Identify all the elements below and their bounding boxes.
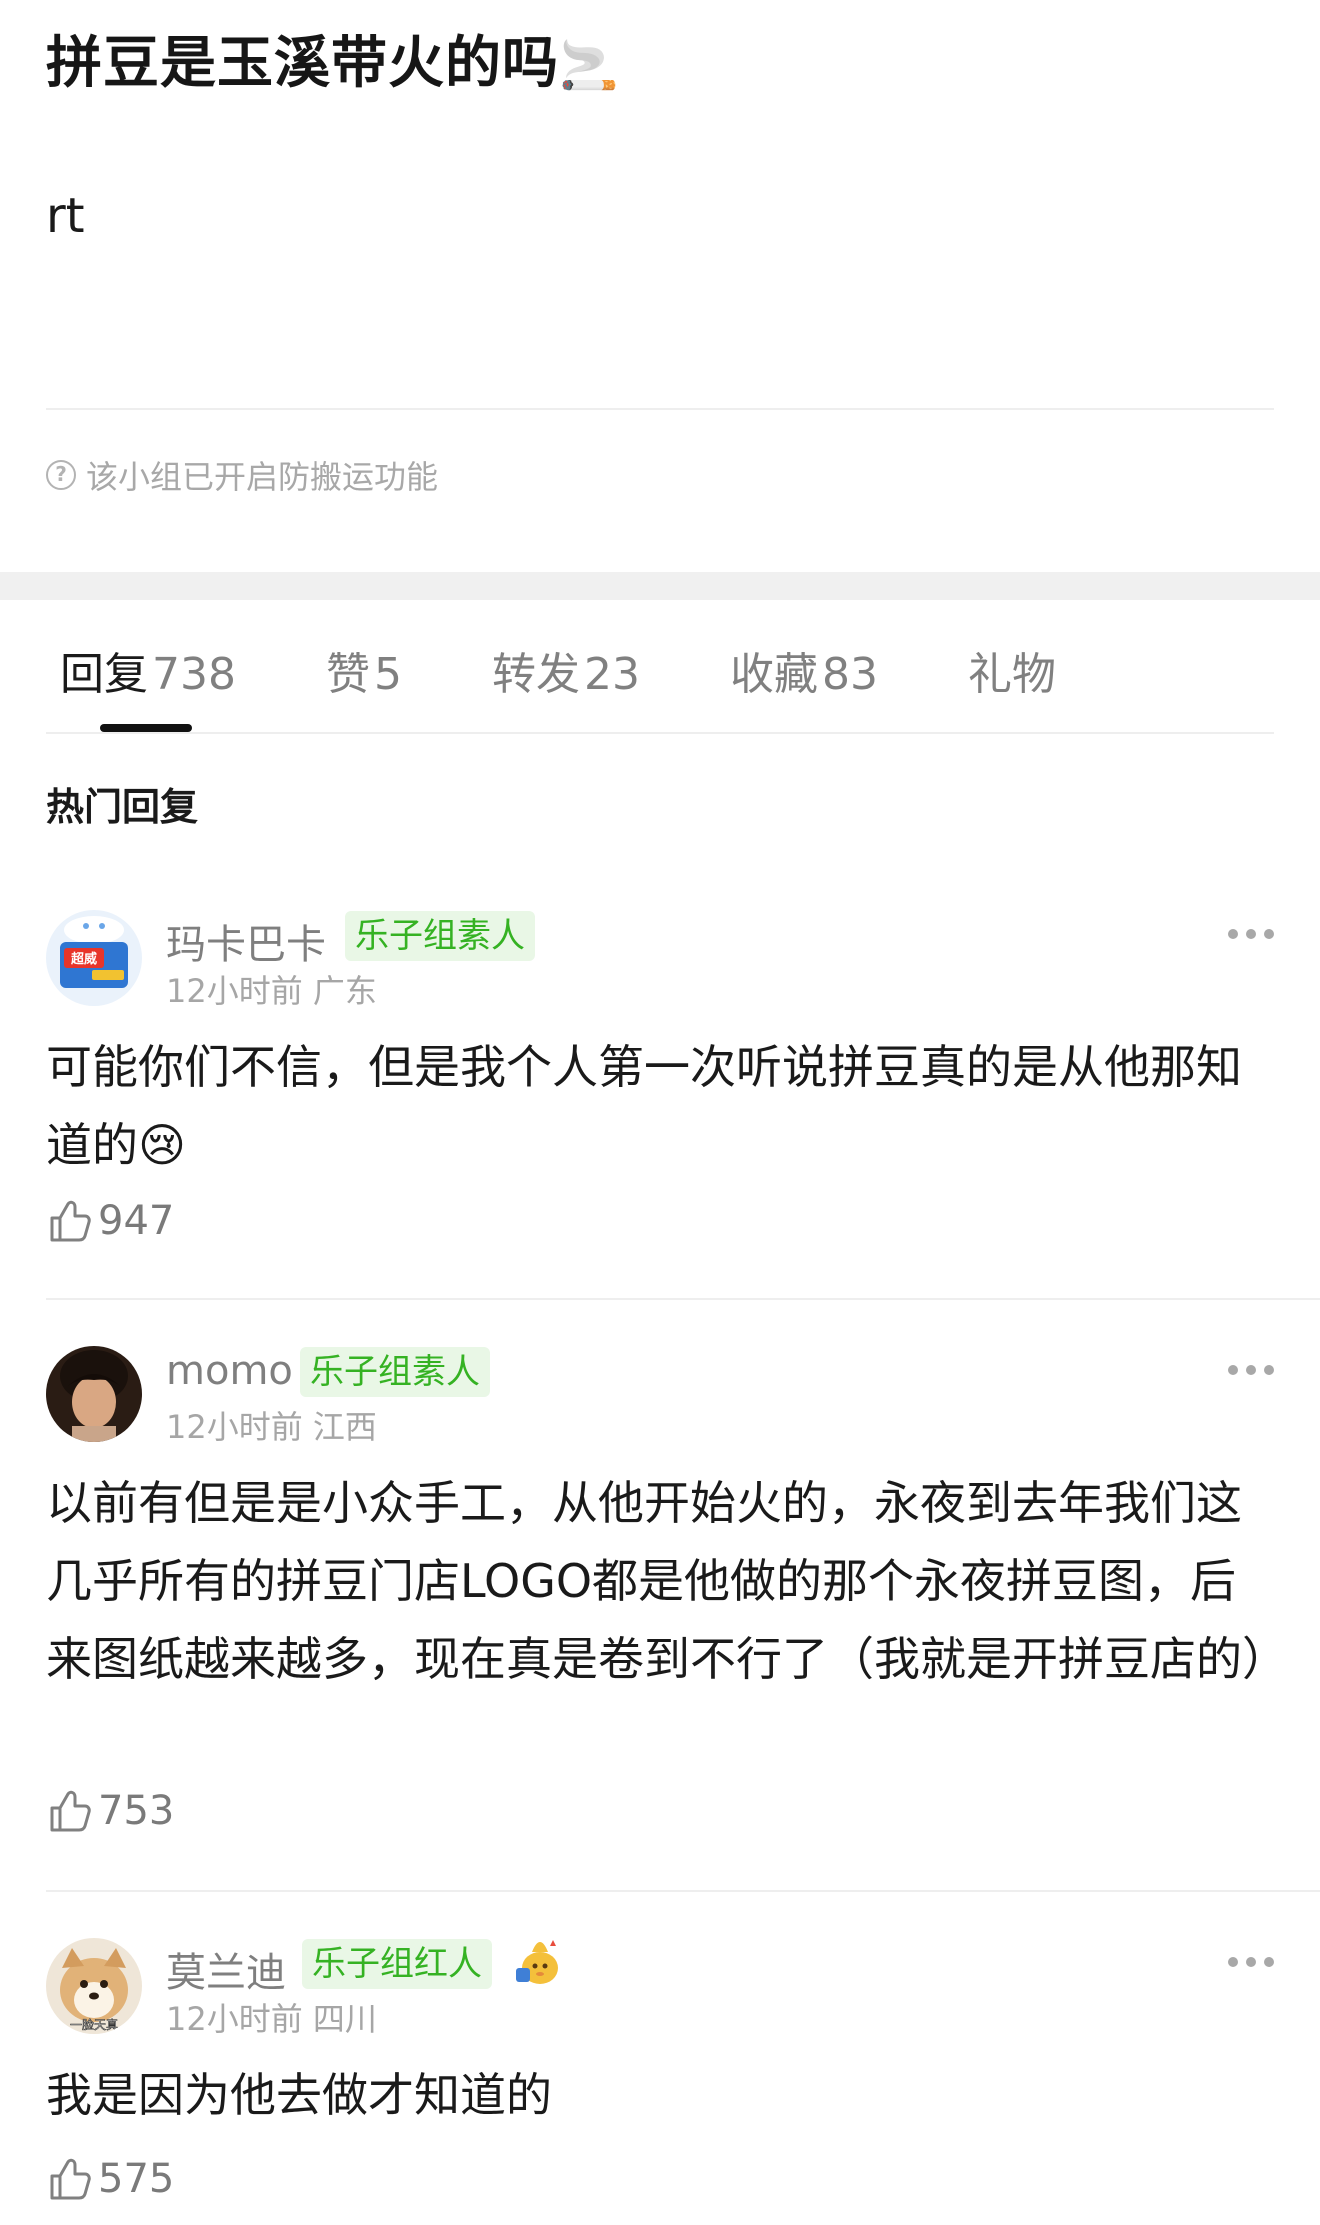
comment-username[interactable]: momo — [166, 1348, 293, 1394]
post-body: rt — [46, 188, 85, 244]
section-separator — [0, 572, 1320, 600]
thumbs-up-icon — [50, 2158, 91, 2200]
comment-username[interactable]: 玛卡巴卡 — [166, 912, 326, 970]
comment-meta: 12小时前 江西 — [166, 1402, 377, 1448]
post-title-text: 拼豆是玉溪带火的吗 — [46, 31, 559, 96]
comment-time: 12小时前 — [166, 2000, 303, 2038]
comment-time: 12小时前 — [166, 972, 303, 1010]
post-divider — [46, 408, 1274, 410]
user-badge[interactable]: 乐子组素人 — [345, 911, 535, 961]
like-count: 753 — [98, 1788, 175, 1834]
tab-label: 转发 — [492, 649, 580, 700]
avatar[interactable]: 超威 — [46, 910, 142, 1006]
avatar-label: 超威 — [71, 951, 97, 967]
like-button[interactable]: 947 — [46, 1198, 174, 1244]
more-options-button[interactable] — [1228, 927, 1274, 941]
comment-username[interactable]: 莫兰迪 — [166, 1940, 286, 1998]
like-button[interactable]: 753 — [46, 1788, 174, 1834]
user-badge[interactable]: 乐子组素人 — [300, 1347, 490, 1397]
tab-likes[interactable]: 赞5 — [326, 638, 402, 702]
question-circle-icon: ? — [46, 460, 76, 490]
comment-text: 可能你们不信，但是我个人第一次听说拼豆真的是从他那知道的😢 — [46, 1040, 1242, 1172]
tab-gifts[interactable]: 礼物 — [968, 638, 1056, 702]
comment-location: 广东 — [312, 972, 377, 1010]
tab-favorites[interactable]: 收藏83 — [730, 638, 878, 702]
avatar[interactable]: 一脸天真 — [46, 1938, 142, 2034]
more-options-button[interactable] — [1228, 1363, 1274, 1377]
post-header: 拼豆是玉溪带火的吗🚬 rt ? 该小组已开启防搬运功能 — [0, 0, 1320, 572]
tab-label: 回复 — [60, 649, 148, 700]
thumbs-up-icon — [50, 1200, 91, 1242]
tab-reposts[interactable]: 转发23 — [492, 638, 640, 702]
avatar-label: 一脸天真 — [70, 2018, 118, 2032]
hot-replies-title: 热门回复 — [46, 785, 199, 829]
tab-count: 23 — [584, 649, 640, 700]
active-tab-indicator — [100, 724, 192, 732]
like-button[interactable]: 575 — [46, 2156, 174, 2202]
post-title: 拼豆是玉溪带火的吗🚬 — [46, 24, 620, 106]
tab-count: 83 — [822, 649, 878, 700]
notice-text: 该小组已开启防搬运功能 — [86, 458, 439, 496]
tab-count: 738 — [152, 649, 236, 700]
more-options-button[interactable] — [1228, 1955, 1274, 1969]
tab-count: 5 — [374, 649, 402, 700]
post-tabs: 回复738 赞5 转发23 收藏83 礼物 — [0, 600, 1320, 734]
like-count: 947 — [98, 1198, 175, 1244]
like-count: 575 — [98, 2156, 175, 2202]
cigarette-icon: 🚬 — [559, 38, 620, 94]
comment-divider — [46, 1890, 1320, 1892]
comment-time: 12小时前 — [166, 1408, 303, 1446]
avatar[interactable] — [46, 1346, 142, 1442]
thumbs-up-icon — [50, 1790, 91, 1832]
comment-meta: 12小时前 四川 — [166, 1994, 377, 2040]
comment-text: 以前有但是是小众手工，从他开始火的，永夜到去年我们这几乎所有的拼豆门店LOGO都… — [46, 1476, 1288, 1686]
comment-divider — [46, 1298, 1320, 1300]
comment-meta: 12小时前 广东 — [166, 966, 377, 1012]
user-badge[interactable]: 乐子组红人 — [302, 1939, 492, 1989]
tab-label: 赞 — [326, 649, 370, 700]
tab-label: 礼物 — [968, 649, 1056, 700]
anti-repost-notice[interactable]: ? 该小组已开启防搬运功能 — [46, 452, 438, 498]
tab-replies[interactable]: 回复738 — [60, 638, 236, 702]
gift-mascot-icon[interactable] — [510, 1928, 570, 1992]
tabs-divider — [46, 732, 1274, 734]
tab-label: 收藏 — [730, 649, 818, 700]
comment-location: 四川 — [312, 2000, 377, 2038]
comment-text: 我是因为他去做才知道的 — [46, 2068, 552, 2122]
comment-location: 江西 — [312, 1408, 377, 1446]
